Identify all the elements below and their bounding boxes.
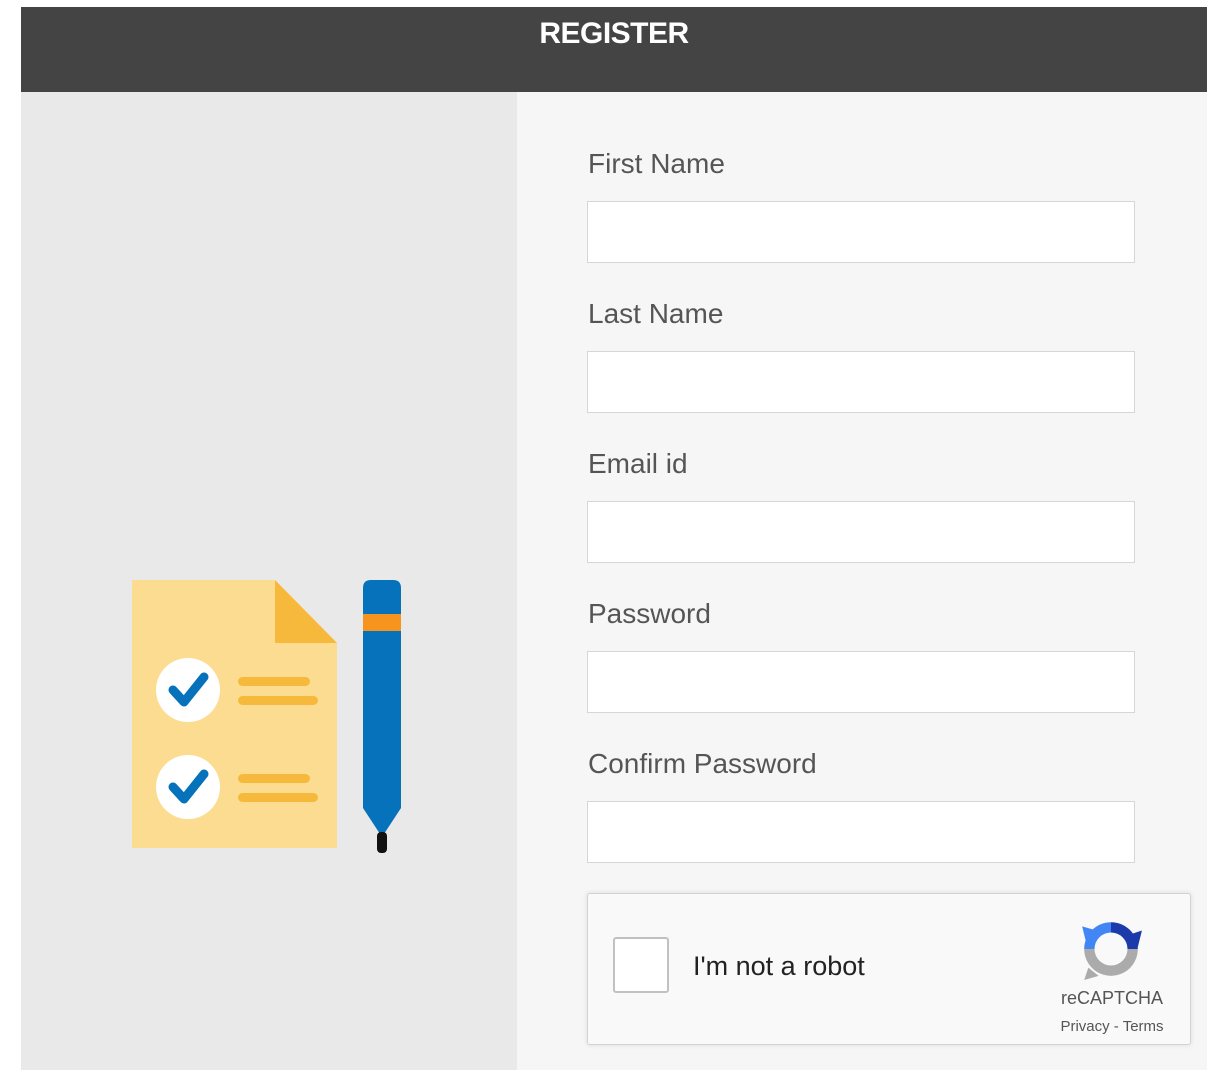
document-checklist-icon: [132, 580, 401, 853]
password-input[interactable]: [587, 651, 1135, 713]
recaptcha-checkbox[interactable]: [613, 937, 669, 993]
recaptcha-links: Privacy - Terms: [1048, 1018, 1176, 1035]
terms-link[interactable]: Terms: [1123, 1018, 1164, 1035]
page-title: REGISTER: [539, 17, 689, 50]
first-name-input[interactable]: [587, 201, 1135, 263]
pen-icon: [363, 580, 401, 853]
email-label: Email id: [588, 448, 688, 479]
last-name-label: Last Name: [588, 298, 724, 329]
check-icon: [156, 658, 220, 722]
last-name-input[interactable]: [587, 351, 1135, 413]
links-separator: -: [1109, 1018, 1123, 1035]
first-name-label: First Name: [588, 148, 725, 179]
check-icon: [156, 755, 220, 819]
recaptcha-label: I'm not a robot: [693, 951, 865, 981]
password-label: Password: [588, 598, 711, 629]
confirm-password-label: Confirm Password: [588, 748, 817, 779]
confirm-password-input[interactable]: [587, 801, 1135, 863]
email-input[interactable]: [587, 501, 1135, 563]
recaptcha-logo-icon: [1082, 922, 1142, 980]
privacy-link[interactable]: Privacy: [1060, 1018, 1109, 1035]
recaptcha-brand: reCAPTCHA: [1060, 988, 1163, 1008]
register-header: REGISTER: [21, 7, 1207, 92]
recaptcha-widget: I'm not a robot reCAPTCHA Privacy - Term…: [587, 893, 1191, 1045]
